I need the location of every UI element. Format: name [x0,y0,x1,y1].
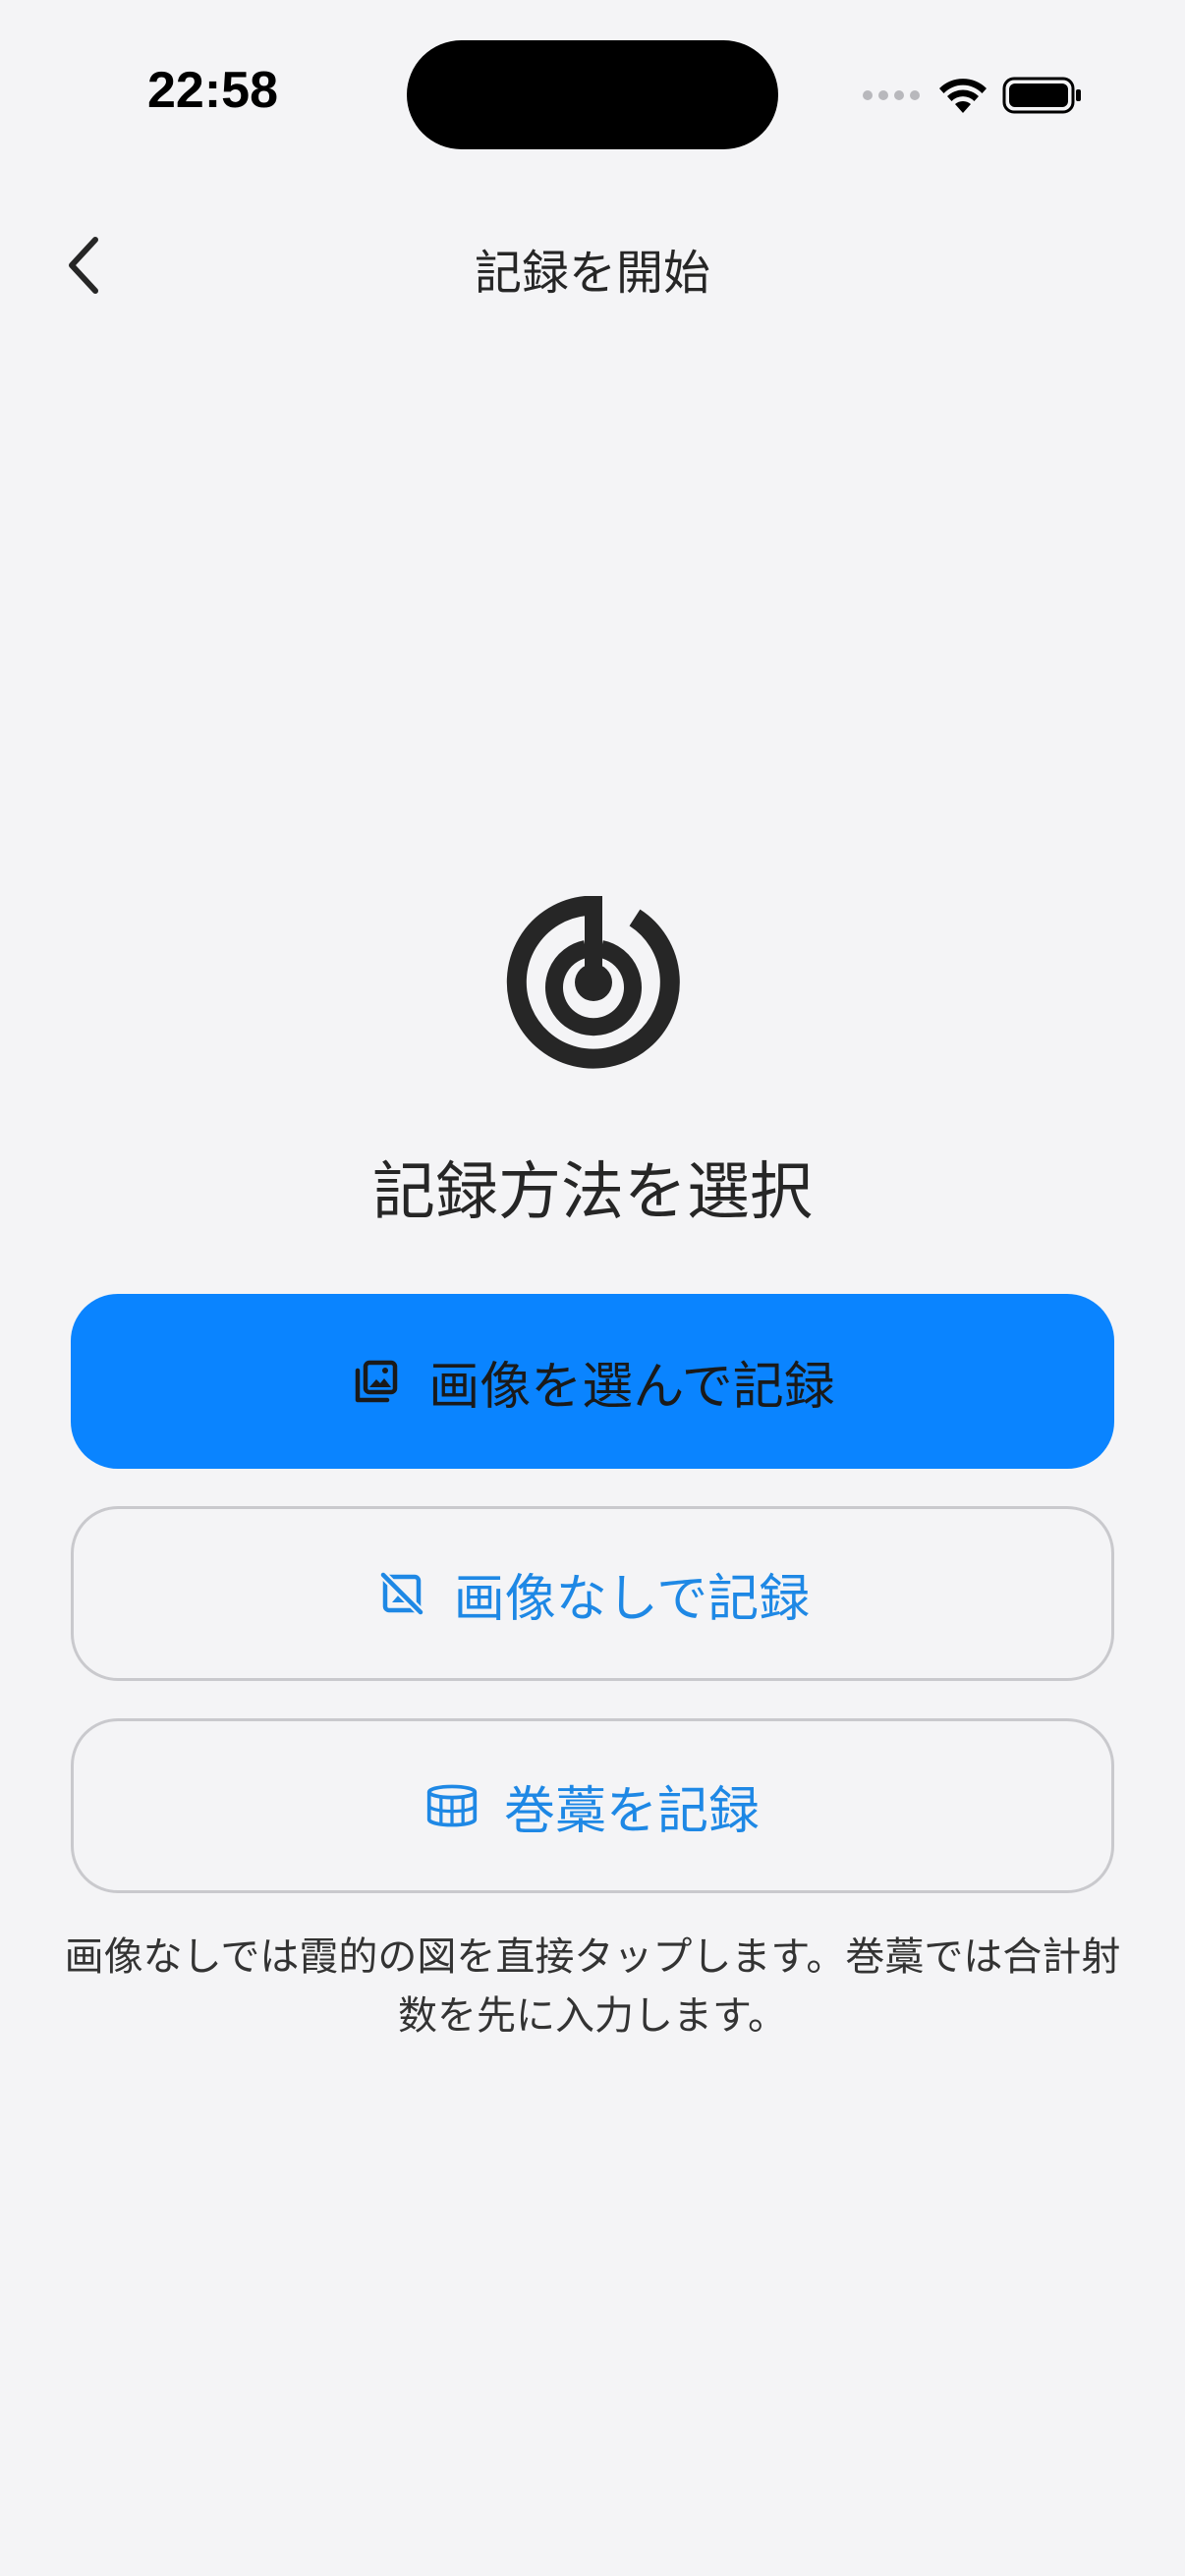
record-with-image-label: 画像を選んで記録 [428,1357,835,1417]
status-indicators [863,71,1083,120]
cellular-signal-icon [863,90,920,100]
makiwara-icon [425,1779,479,1832]
photo-slash-icon [375,1567,428,1620]
record-makiwara-label: 巻藁を記録 [503,1781,760,1841]
battery-icon [1002,77,1081,114]
page-title: 記録を開始 [474,246,710,301]
record-without-image-button[interactable]: 画像なしで記録 [71,1506,1114,1681]
dynamic-island [407,40,778,149]
wifi-icon [939,79,987,113]
help-note: 画像なしでは霞的の図を直接タップします。巻藁では合計射数を先に入力します。 [64,1934,1121,2039]
status-time: 22:58 [147,62,278,119]
record-makiwara-button[interactable]: 巻藁を記録 [71,1718,1114,1893]
method-heading: 記録方法を選択 [372,1156,813,1229]
record-with-image-button[interactable]: 画像を選んで記録 [71,1294,1114,1469]
record-without-image-label: 画像なしで記録 [453,1569,811,1629]
target-icon [506,896,680,1069]
photo-stack-icon [350,1355,403,1408]
